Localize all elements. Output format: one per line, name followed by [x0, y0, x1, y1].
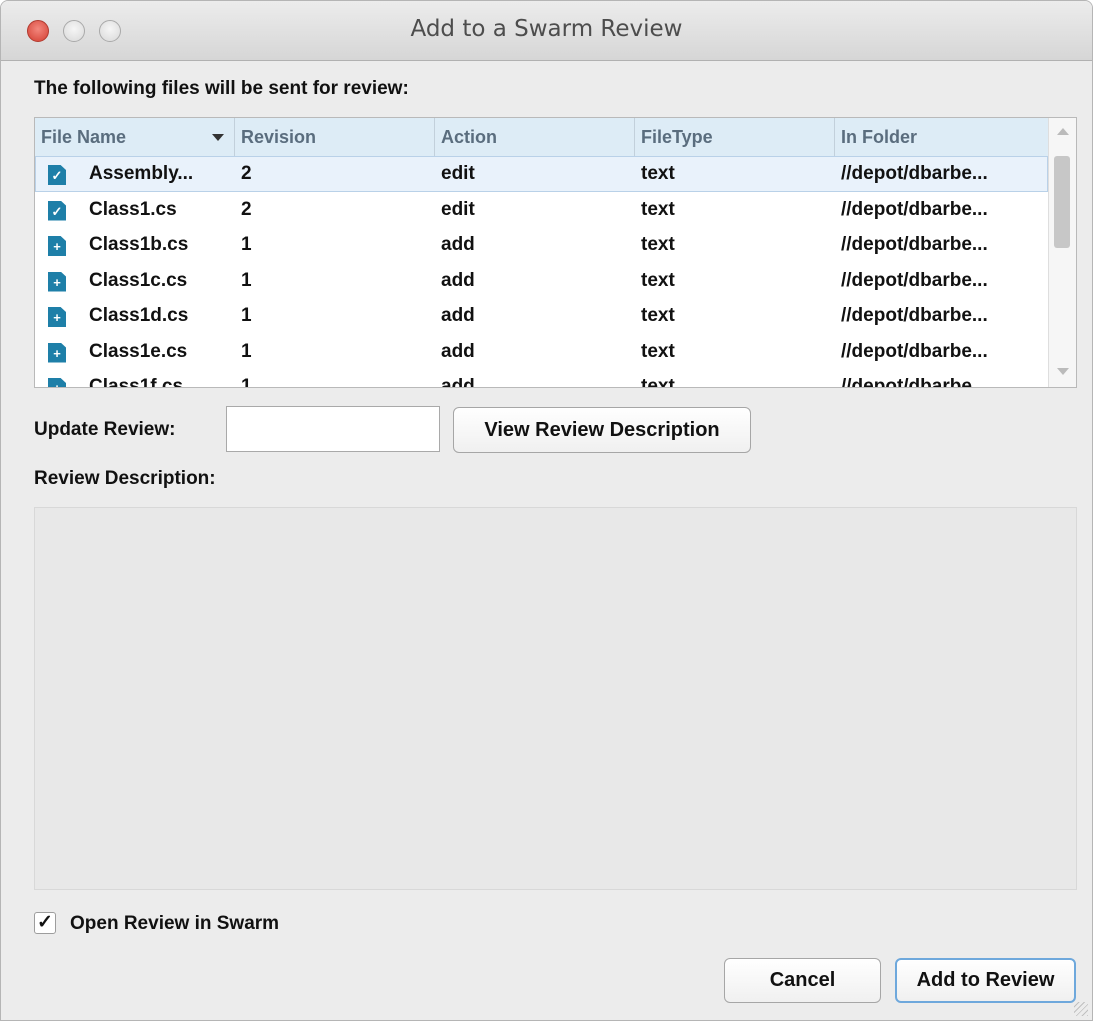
column-header-revision[interactable]: Revision	[235, 118, 435, 156]
table-vertical-scrollbar[interactable]	[1048, 118, 1076, 387]
cell-file-name: Class1d.cs	[89, 305, 189, 326]
table-row[interactable]: + Class1c.cs 1 add text //depot/dbarbe..…	[35, 263, 1048, 299]
cell-revision: 1	[241, 234, 252, 255]
cell-in-folder: //depot/dbarbe...	[841, 305, 988, 326]
scrollbar-thumb[interactable]	[1054, 156, 1070, 248]
table-row[interactable]: + Class1e.cs 1 add text //depot/dbarbe..…	[35, 334, 1048, 370]
cell-revision: 2	[241, 198, 252, 220]
cell-file-name: Class1c.cs	[89, 269, 188, 291]
sort-descending-icon	[212, 134, 224, 141]
cell-in-folder: //depot/dbarbe...	[841, 269, 988, 291]
table-body: ✓ Assembly... 2 edit text //depot/dbarbe…	[35, 156, 1048, 388]
cell-filetype: text	[641, 234, 675, 255]
cell-filetype: text	[641, 198, 675, 220]
table-header: File Name Revision Action FileType In Fo…	[35, 118, 1048, 157]
cell-revision: 1	[241, 305, 252, 326]
cell-in-folder: //depot/dbarbe...	[841, 234, 988, 255]
column-header-filetype[interactable]: FileType	[635, 118, 835, 156]
cell-revision: 2	[241, 163, 252, 184]
scroll-down-arrow-icon[interactable]	[1057, 368, 1069, 375]
icon-glyph: +	[53, 274, 61, 290]
cell-filetype: text	[641, 163, 675, 184]
cell-file-name: Class1e.cs	[89, 340, 188, 362]
icon-glyph: ✓	[51, 203, 63, 219]
update-review-input[interactable]	[226, 406, 440, 452]
cell-file-name: Class1f.cs	[89, 376, 184, 388]
cell-file-name: Class1.cs	[89, 198, 177, 220]
cell-in-folder: //depot/dbarbe...	[841, 340, 988, 362]
view-review-description-button[interactable]: View Review Description	[453, 407, 751, 453]
review-description-label: Review Description:	[34, 468, 216, 489]
column-header-file-name[interactable]: File Name	[35, 118, 235, 156]
cell-action: add	[441, 376, 475, 388]
cell-in-folder: //depot/dbarbe...	[841, 376, 988, 388]
table-row[interactable]: + Class1f.cs 1 add text //depot/dbarbe..…	[35, 369, 1048, 388]
files-heading: The following files will be sent for rev…	[34, 78, 409, 99]
cell-action: add	[441, 340, 475, 362]
add-file-icon: +	[48, 271, 66, 292]
icon-glyph: +	[53, 310, 61, 325]
cell-action: edit	[441, 198, 475, 220]
add-file-icon: +	[48, 307, 66, 327]
icon-glyph: +	[53, 345, 61, 361]
check-file-icon: ✓	[48, 165, 66, 185]
cell-revision: 1	[241, 340, 252, 362]
cell-file-name: Assembly...	[89, 163, 194, 184]
open-review-in-swarm-label[interactable]: Open Review in Swarm	[70, 913, 279, 935]
dialog-window: Add to a Swarm Review The following file…	[0, 0, 1093, 1021]
window-title: Add to a Swarm Review	[410, 16, 683, 42]
icon-glyph: ✓	[51, 168, 63, 183]
cancel-button[interactable]: Cancel	[724, 958, 881, 1003]
cell-filetype: text	[641, 269, 675, 291]
files-table: File Name Revision Action FileType In Fo…	[34, 117, 1077, 388]
resize-grip-icon[interactable]	[1074, 1002, 1088, 1016]
scroll-up-arrow-icon[interactable]	[1057, 128, 1069, 135]
review-description-textarea[interactable]	[34, 507, 1077, 890]
column-header-label: File Name	[41, 127, 127, 147]
cell-filetype: text	[641, 305, 675, 326]
icon-glyph: +	[53, 239, 61, 254]
check-file-icon: ✓	[48, 200, 66, 221]
add-file-icon: +	[48, 378, 66, 387]
cell-action: add	[441, 269, 475, 291]
icon-glyph: +	[48, 381, 66, 387]
cell-filetype: text	[641, 340, 675, 362]
column-header-in-folder[interactable]: In Folder	[835, 118, 1048, 156]
add-file-icon: +	[48, 342, 66, 363]
cell-action: add	[441, 305, 475, 326]
update-review-label: Update Review:	[34, 419, 176, 440]
add-to-review-button[interactable]: Add to Review	[895, 958, 1076, 1003]
cell-revision: 1	[241, 376, 252, 388]
table-row[interactable]: + Class1b.cs 1 add text //depot/dbarbe..…	[35, 227, 1048, 263]
cell-in-folder: //depot/dbarbe...	[841, 198, 988, 220]
table-row[interactable]: ✓ Assembly... 2 edit text //depot/dbarbe…	[35, 156, 1048, 192]
cell-revision: 1	[241, 269, 252, 291]
cell-file-name: Class1b.cs	[89, 234, 189, 255]
open-review-in-swarm-checkbox[interactable]: ✓	[34, 912, 56, 934]
table-row[interactable]: ✓ Class1.cs 2 edit text //depot/dbarbe..…	[35, 192, 1048, 228]
cell-action: add	[441, 234, 475, 255]
table-row[interactable]: + Class1d.cs 1 add text //depot/dbarbe..…	[35, 298, 1048, 334]
add-file-icon: +	[48, 236, 66, 256]
cell-in-folder: //depot/dbarbe...	[841, 163, 988, 184]
column-header-action[interactable]: Action	[435, 118, 635, 156]
title-bar[interactable]: Add to a Swarm Review	[1, 1, 1092, 61]
cell-action: edit	[441, 163, 475, 184]
cell-filetype: text	[641, 376, 675, 388]
